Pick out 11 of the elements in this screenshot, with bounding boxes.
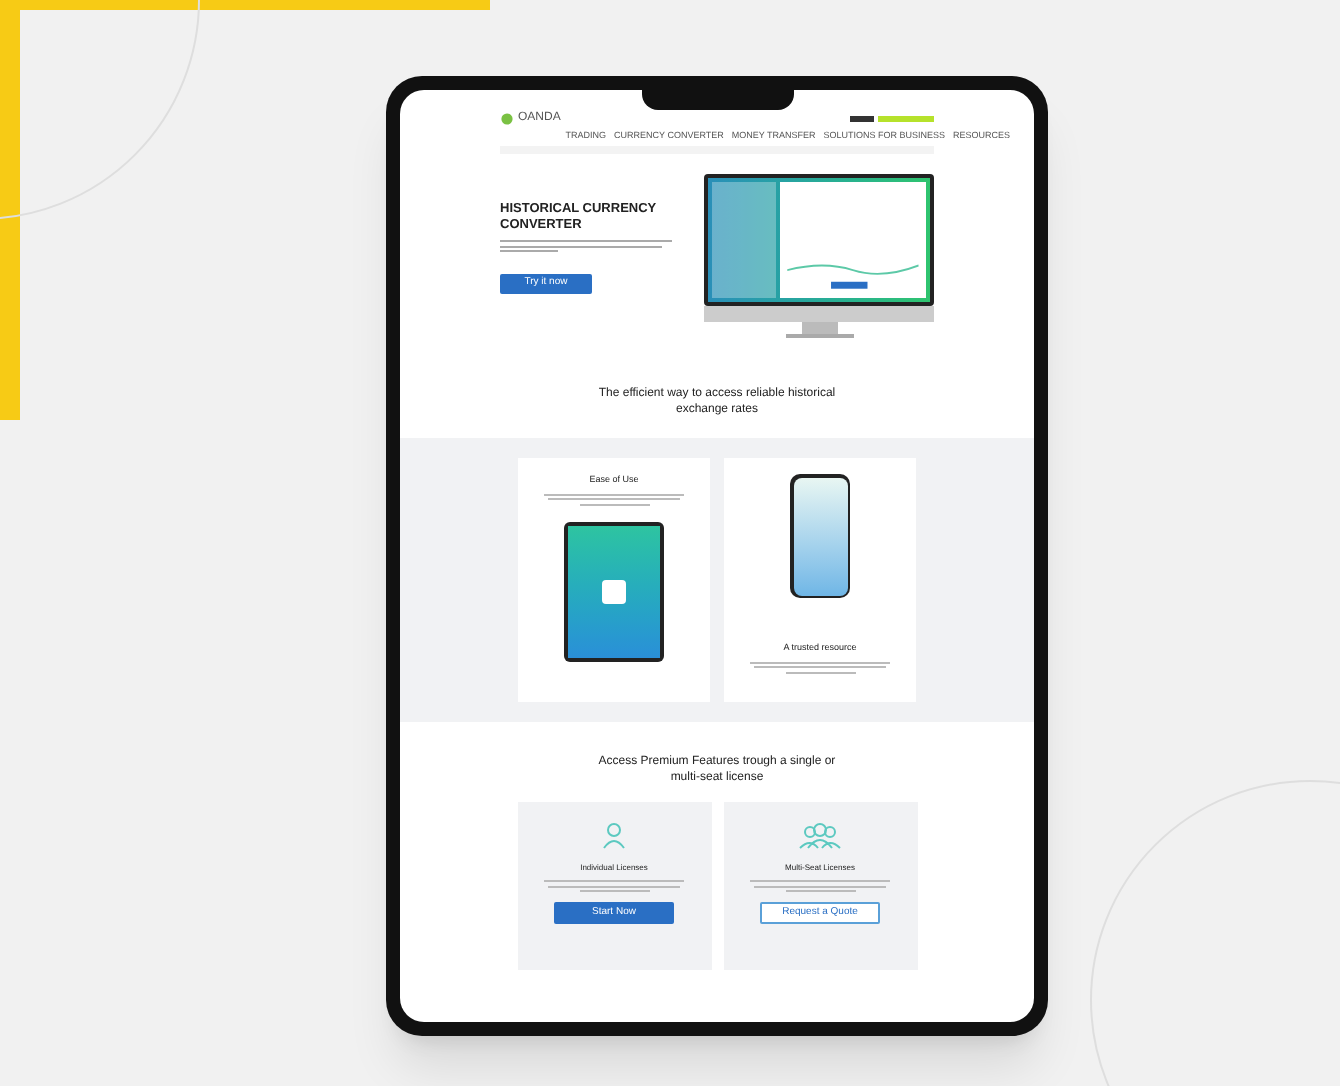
- people-icon: [798, 822, 842, 850]
- tablet-drawing: [564, 521, 664, 662]
- phone-drawing: [790, 474, 850, 598]
- header-button[interactable]: [878, 116, 934, 122]
- text-lines-drawing: [750, 661, 890, 674]
- logo-icon: [500, 112, 514, 126]
- person-icon: [602, 822, 626, 850]
- text-lines-drawing: [544, 880, 684, 892]
- text-lines-drawing: [544, 493, 684, 506]
- header-button[interactable]: [850, 116, 874, 122]
- text-lines-drawing: [750, 880, 890, 892]
